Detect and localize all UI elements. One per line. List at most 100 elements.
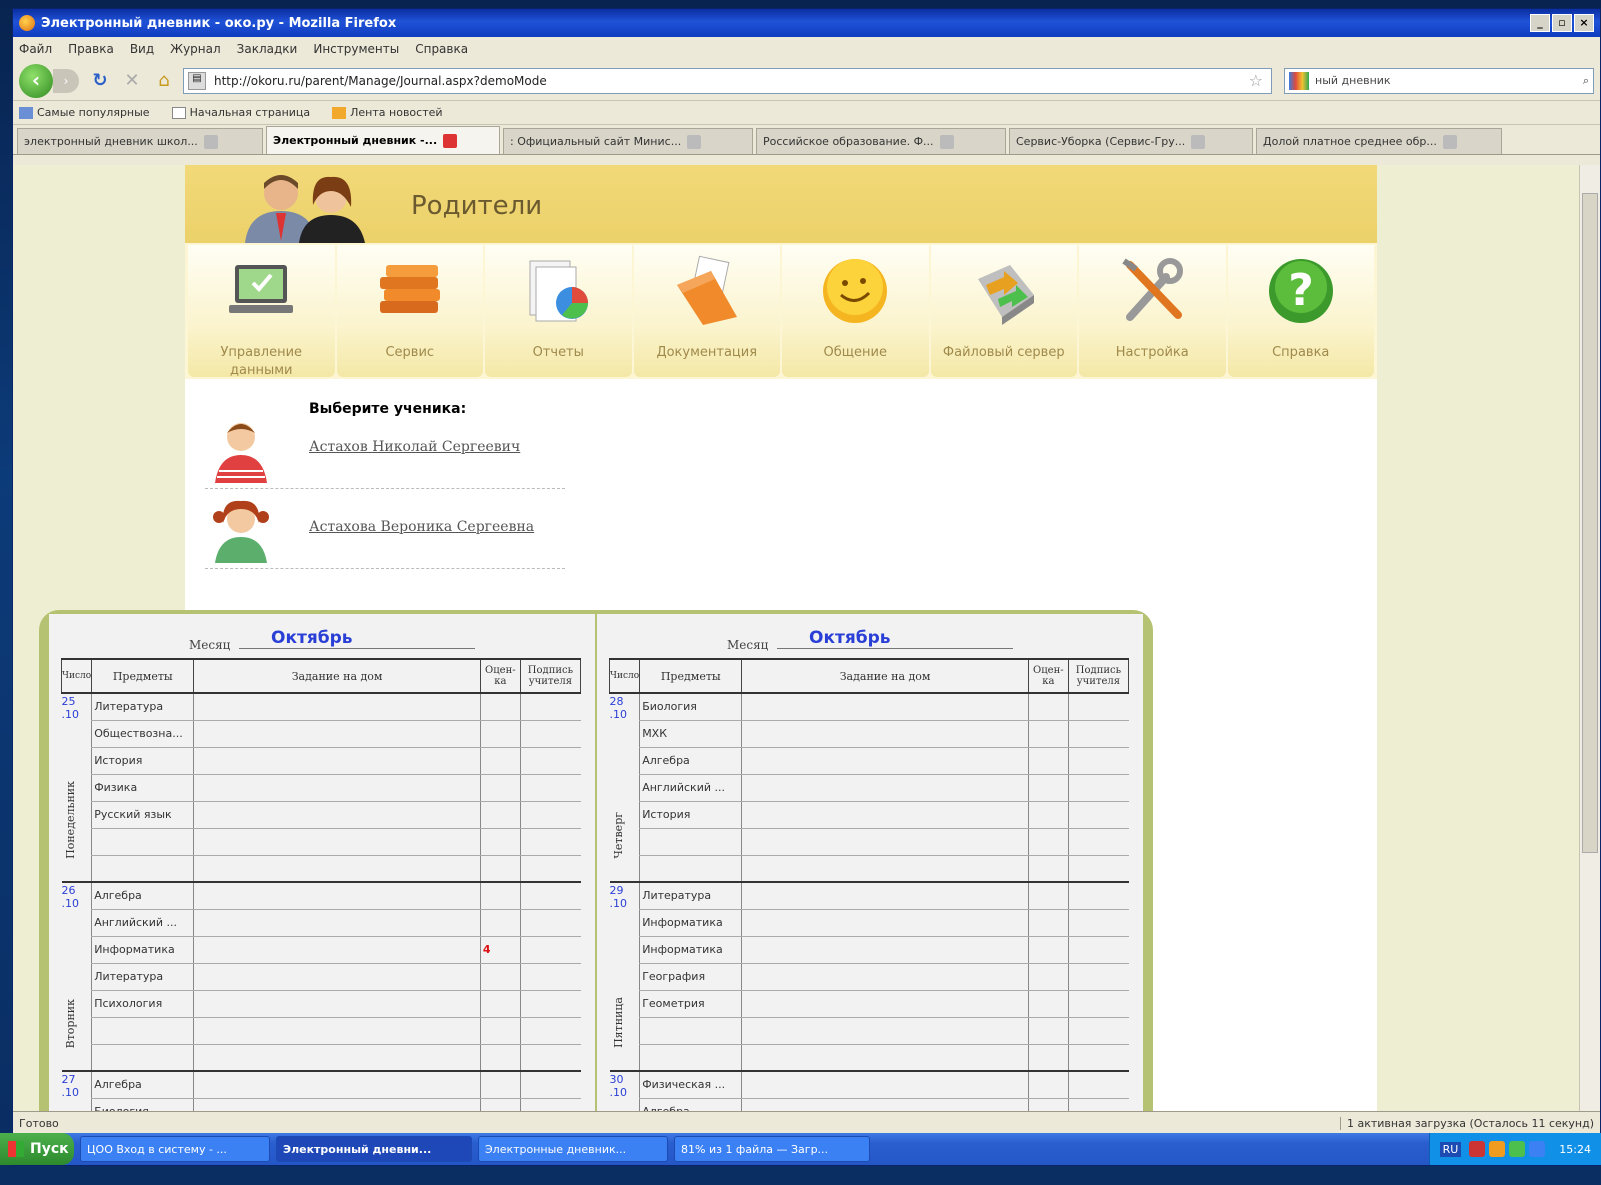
tab-close-icon[interactable]: [1191, 134, 1206, 149]
journal-row: Алгебра: [610, 1098, 1129, 1111]
url-bar[interactable]: ▤ http://okoru.ru/parent/Manage/Journal.…: [183, 67, 1272, 94]
stop-icon[interactable]: ✕: [119, 70, 145, 91]
subject-cell[interactable]: Геометрия: [639, 990, 742, 1018]
subject-cell[interactable]: МХК: [639, 720, 742, 748]
bookmark-star-icon[interactable]: ☆: [1249, 71, 1263, 90]
subject-cell[interactable]: География: [639, 963, 742, 991]
subject-cell[interactable]: [639, 828, 742, 856]
subject-cell[interactable]: Физическая ...: [639, 1071, 742, 1099]
taskbar-item-1[interactable]: Электронный дневни...: [276, 1136, 472, 1162]
search-input[interactable]: ный дневник: [1315, 74, 1583, 87]
subject-cell[interactable]: [639, 1044, 742, 1072]
student-link[interactable]: Астахова Вероника Сергеевна: [309, 519, 534, 535]
back-button[interactable]: ‹: [19, 63, 53, 98]
tab-2[interactable]: : Официальный сайт Минис...: [503, 128, 753, 154]
bookmark-start-page[interactable]: Начальная страница: [171, 106, 310, 119]
subject-cell[interactable]: Литература: [91, 693, 194, 721]
tray-security-icon[interactable]: [1529, 1141, 1546, 1157]
taskbar-item-0[interactable]: ЦОО Вход в систему - ...: [80, 1136, 270, 1162]
subject-cell[interactable]: Алгебра: [639, 1098, 742, 1111]
search-icon[interactable]: ⌕: [1583, 74, 1589, 88]
subject-cell[interactable]: Английский ...: [91, 909, 194, 937]
subject-cell[interactable]: Алгебра: [91, 1071, 194, 1099]
vertical-scrollbar[interactable]: [1579, 165, 1600, 1111]
taskbar-item-2[interactable]: Электронные дневник...: [478, 1136, 668, 1162]
module-file-server[interactable]: Файловый сервер: [930, 245, 1077, 377]
subject-name: Английский ...: [642, 781, 725, 794]
tray-app-icon[interactable]: [1489, 1141, 1506, 1157]
taskbar-item-3[interactable]: 81% из 1 файла — Загр...: [674, 1136, 870, 1162]
forward-button[interactable]: ›: [53, 68, 79, 93]
start-button[interactable]: Пуск: [0, 1133, 74, 1165]
subject-cell[interactable]: [639, 1017, 742, 1045]
subject-cell[interactable]: Русский язык: [91, 801, 194, 829]
signature-cell: [1067, 801, 1129, 829]
search-engine-icon[interactable]: [1289, 71, 1309, 90]
url-text[interactable]: http://okoru.ru/parent/Manage/Journal.as…: [214, 74, 1249, 88]
maximize-button[interactable]: ▫: [1552, 14, 1572, 32]
menu-view[interactable]: Вид: [130, 42, 154, 56]
tab-close-icon[interactable]: [687, 134, 702, 149]
menu-edit[interactable]: Правка: [68, 42, 114, 56]
module-service[interactable]: Сервис: [336, 245, 483, 377]
tab-close-icon[interactable]: [203, 134, 218, 149]
menu-help[interactable]: Справка: [415, 42, 468, 56]
bookmark-news-feed[interactable]: Лента новостей: [332, 106, 443, 119]
grade-cell: [479, 720, 521, 748]
subject-cell[interactable]: Обществозна...: [91, 720, 194, 748]
module-reports[interactable]: Отчеты: [485, 245, 632, 377]
subject-cell[interactable]: Психология: [91, 990, 194, 1018]
subject-cell[interactable]: Биология: [91, 1098, 194, 1111]
module-documentation[interactable]: Документация: [633, 245, 780, 377]
subject-cell[interactable]: Алгебра: [91, 882, 194, 910]
tab-0[interactable]: электронный дневник школ...: [17, 128, 263, 154]
minimize-button[interactable]: _: [1530, 14, 1550, 32]
close-button[interactable]: ×: [1574, 14, 1594, 32]
home-icon[interactable]: ⌂: [151, 70, 177, 91]
student-link[interactable]: Астахов Николай Сергеевич: [309, 439, 520, 455]
tab-3[interactable]: Российское образование. Ф...: [756, 128, 1006, 154]
module-data-management[interactable]: Управление данными: [188, 245, 335, 378]
menu-tools[interactable]: Инструменты: [313, 42, 399, 56]
tab-close-icon[interactable]: [1442, 134, 1457, 149]
menu-history[interactable]: Журнал: [170, 42, 221, 56]
module-settings[interactable]: Настройка: [1079, 245, 1226, 377]
module-communication[interactable]: Общение: [782, 245, 929, 377]
subject-cell[interactable]: Информатика: [639, 909, 742, 937]
subject-cell[interactable]: Информатика: [639, 936, 742, 964]
subject-cell[interactable]: [91, 855, 194, 883]
subject-cell[interactable]: Алгебра: [639, 747, 742, 775]
subject-cell[interactable]: [91, 1017, 194, 1045]
subject-cell[interactable]: [91, 828, 194, 856]
subject-cell[interactable]: [639, 855, 742, 883]
bookmark-most-visited[interactable]: Самые популярные: [19, 106, 150, 119]
subject-cell[interactable]: Литература: [639, 882, 742, 910]
tab-close-icon[interactable]: [939, 134, 954, 149]
menu-bar: Файл Правка Вид Журнал Закладки Инструме…: [13, 37, 1600, 61]
subject-cell[interactable]: [91, 1044, 194, 1072]
language-indicator[interactable]: RU: [1439, 1141, 1462, 1157]
tab-5[interactable]: Долой платное среднее обр...: [1256, 128, 1502, 154]
menu-bookmarks[interactable]: Закладки: [237, 42, 298, 56]
reload-icon[interactable]: ↻: [87, 70, 113, 91]
tab-1[interactable]: Электронный дневник -...: [266, 126, 500, 154]
subject-cell[interactable]: Биология: [639, 693, 742, 721]
subject-cell[interactable]: История: [639, 801, 742, 829]
journal-body-left: 25.10 Понедельник Литература Обществозна...…: [61, 693, 581, 1111]
tray-volume-icon[interactable]: [1469, 1141, 1486, 1157]
homework-cell: [193, 747, 481, 775]
tray-network-icon[interactable]: [1509, 1141, 1526, 1157]
menu-file[interactable]: Файл: [19, 42, 52, 56]
subject-cell[interactable]: Литература: [91, 963, 194, 991]
module-help[interactable]: ? Справка: [1227, 245, 1374, 377]
search-box[interactable]: ный дневник ⌕: [1284, 67, 1594, 94]
tab-close-icon[interactable]: [443, 133, 458, 148]
firefox-icon: [19, 15, 35, 31]
subject-cell[interactable]: Информатика: [91, 936, 194, 964]
subject-cell[interactable]: История: [91, 747, 194, 775]
subject-cell[interactable]: Физика: [91, 774, 194, 802]
download-status[interactable]: 1 активная загрузка (Осталось 11 секунд): [1339, 1117, 1594, 1130]
scrollbar-thumb[interactable]: [1582, 193, 1598, 853]
tab-4[interactable]: Сервис-Уборка (Сервис-Гру...: [1009, 128, 1253, 154]
subject-cell[interactable]: Английский ...: [639, 774, 742, 802]
